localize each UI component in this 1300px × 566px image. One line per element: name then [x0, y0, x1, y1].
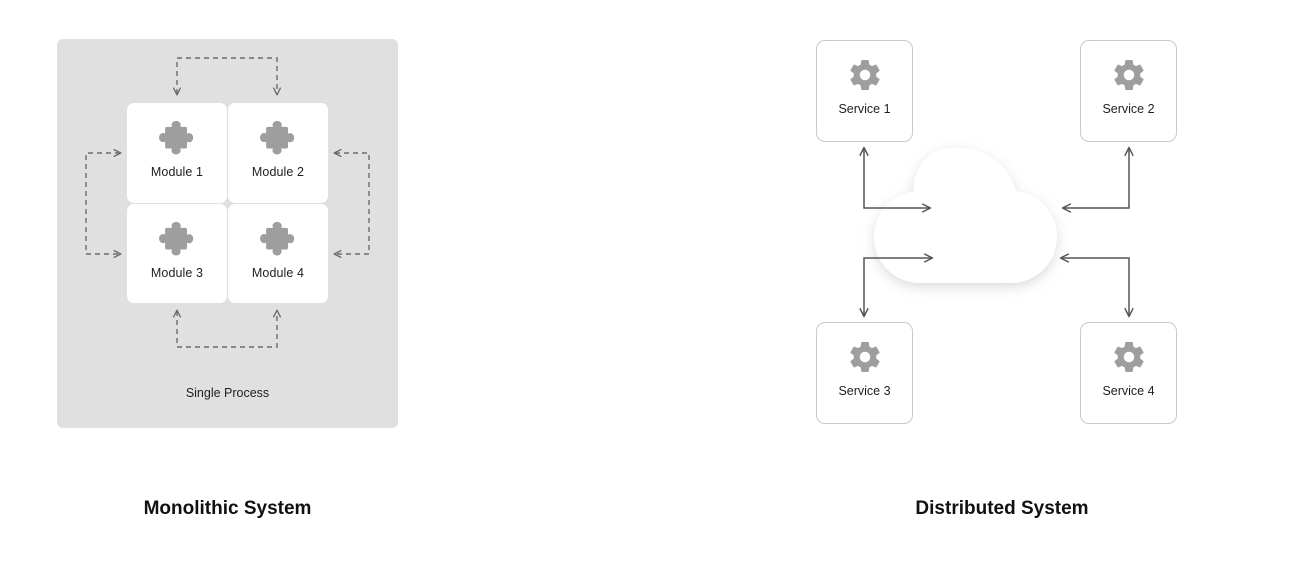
gear-icon	[1113, 342, 1144, 372]
service-card-label: Service 3	[838, 384, 891, 398]
distributed-system-title: Distributed System	[915, 498, 1089, 519]
service-card-label: Service 1	[838, 102, 891, 116]
service-card-label: Service 4	[1102, 384, 1155, 398]
module-card-label: Module 3	[150, 266, 204, 280]
service-card-1[interactable]: Service 1	[816, 40, 913, 142]
module-card-1[interactable]: Module 1	[127, 103, 227, 203]
service-card-4[interactable]: Service 4	[1080, 322, 1177, 424]
service-card-3[interactable]: Service 3	[816, 322, 913, 424]
puzzle-piece-icon	[260, 221, 295, 256]
gear-icon	[849, 60, 880, 90]
connector-service-3	[859, 253, 934, 318]
module-card-label: Module 2	[251, 165, 305, 179]
gear-icon	[1113, 60, 1144, 90]
connector-service-4	[1059, 253, 1134, 318]
module-grid: Module 1 Module 2 Module 3 Module 4	[127, 103, 328, 303]
connector-service-2	[1061, 146, 1134, 213]
puzzle-piece-icon	[260, 120, 295, 155]
module-card-label: Module 1	[150, 165, 204, 179]
gear-icon	[849, 342, 880, 372]
puzzle-piece-icon	[159, 120, 194, 155]
module-card-label: Module 4	[251, 266, 305, 280]
monolithic-system-title: Monolithic System	[143, 498, 312, 519]
diagram-canvas: Module 1 Module 2 Module 3 Module 4 Sing…	[0, 0, 1300, 566]
service-card-label: Service 2	[1102, 102, 1155, 116]
module-card-4[interactable]: Module 4	[228, 204, 328, 303]
module-card-3[interactable]: Module 3	[127, 204, 227, 303]
service-card-2[interactable]: Service 2	[1080, 40, 1177, 142]
cloud-shape	[873, 147, 1058, 283]
connector-service-1	[859, 146, 932, 213]
single-process-label: Single Process	[185, 386, 270, 400]
module-card-2[interactable]: Module 2	[228, 103, 328, 203]
puzzle-piece-icon	[159, 221, 194, 256]
